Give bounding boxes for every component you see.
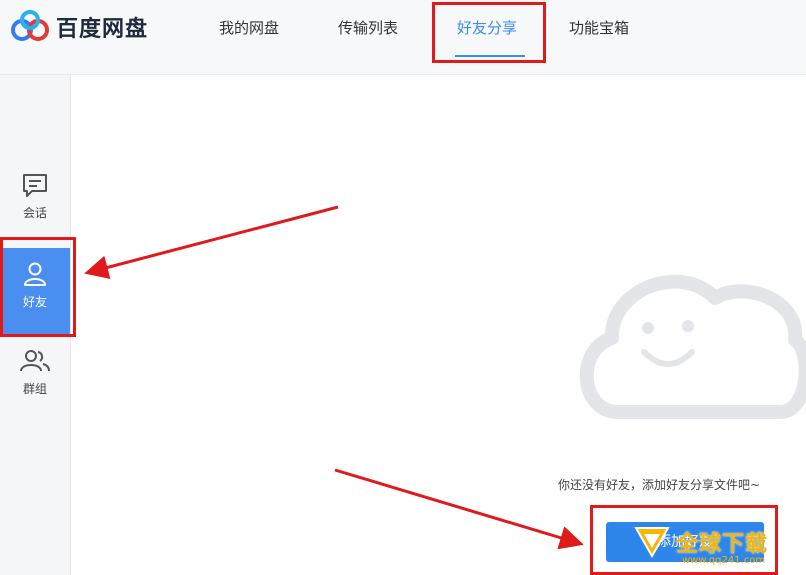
annotation-arrow-to-add-button: [334, 468, 584, 550]
annotation-arrow-to-friends: [84, 205, 339, 280]
annotation-arrows: [84, 205, 584, 550]
